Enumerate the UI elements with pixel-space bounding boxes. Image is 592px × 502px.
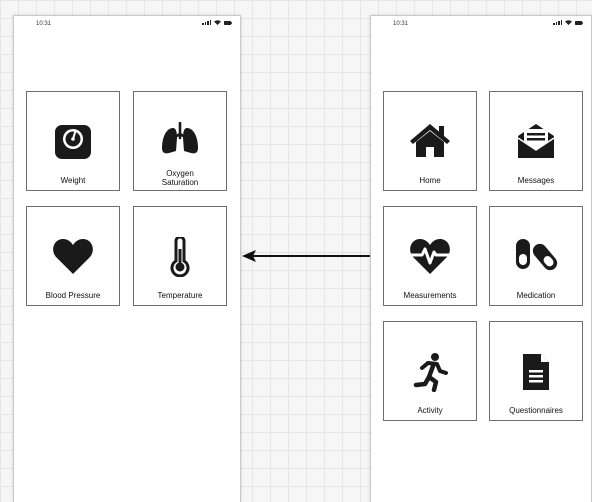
- tile-questionnaires[interactable]: Questionnaires: [489, 321, 583, 421]
- signal-icon: [553, 20, 562, 25]
- tile-label: Measurements: [403, 291, 457, 300]
- navigation-arrow: [242, 248, 382, 269]
- status-time: 10:31: [36, 21, 52, 27]
- signal-icon: [202, 20, 211, 25]
- phone-screen-home: 10:31 Home Messages Measurements Medicat…: [370, 15, 592, 502]
- phone-screen-measurements: 10:31 Weight Oxygen Saturation Blood Pre…: [13, 15, 241, 502]
- tile-label: Blood Pressure: [45, 291, 101, 300]
- tile-label-line: Saturation: [161, 178, 199, 187]
- tile-label: Questionnaires: [509, 406, 563, 415]
- heart-icon: [27, 237, 119, 275]
- tile-label: Temperature: [157, 291, 203, 300]
- tile-weight[interactable]: Weight: [26, 91, 120, 191]
- tile-label: Oxygen Saturation: [136, 169, 224, 187]
- tile-home[interactable]: Home: [383, 91, 477, 191]
- tile-label: Weight: [60, 176, 86, 185]
- tile-label: Home: [419, 176, 441, 185]
- scale-icon: [27, 122, 119, 162]
- status-bar: 10:31: [371, 16, 591, 32]
- status-icons: [553, 20, 583, 25]
- tile-temperature[interactable]: Temperature: [133, 206, 227, 306]
- heartbeat-icon: [384, 237, 476, 275]
- tile-label: Medication: [516, 291, 556, 300]
- running-icon: [384, 352, 476, 392]
- pills-icon: [490, 237, 582, 271]
- status-time: 10:31: [393, 21, 409, 27]
- document-icon: [490, 352, 582, 392]
- tile-label: Activity: [417, 406, 443, 415]
- battery-icon: [224, 21, 232, 25]
- tile-activity[interactable]: Activity: [383, 321, 477, 421]
- status-icons: [202, 20, 232, 25]
- tile-label-line: Oxygen: [166, 169, 194, 178]
- wifi-icon: [565, 20, 572, 25]
- tile-messages[interactable]: Messages: [489, 91, 583, 191]
- tile-medication[interactable]: Medication: [489, 206, 583, 306]
- home-icon: [384, 122, 476, 158]
- envelope-icon: [490, 122, 582, 160]
- tile-measurements[interactable]: Measurements: [383, 206, 477, 306]
- tile-label: Messages: [517, 176, 555, 185]
- tile-oxygen-saturation[interactable]: Oxygen Saturation: [133, 91, 227, 191]
- wifi-icon: [214, 20, 221, 25]
- battery-icon: [575, 21, 583, 25]
- status-bar: 10:31: [14, 16, 240, 32]
- tile-blood-pressure[interactable]: Blood Pressure: [26, 206, 120, 306]
- lungs-icon: [134, 122, 226, 156]
- thermometer-icon: [134, 237, 226, 277]
